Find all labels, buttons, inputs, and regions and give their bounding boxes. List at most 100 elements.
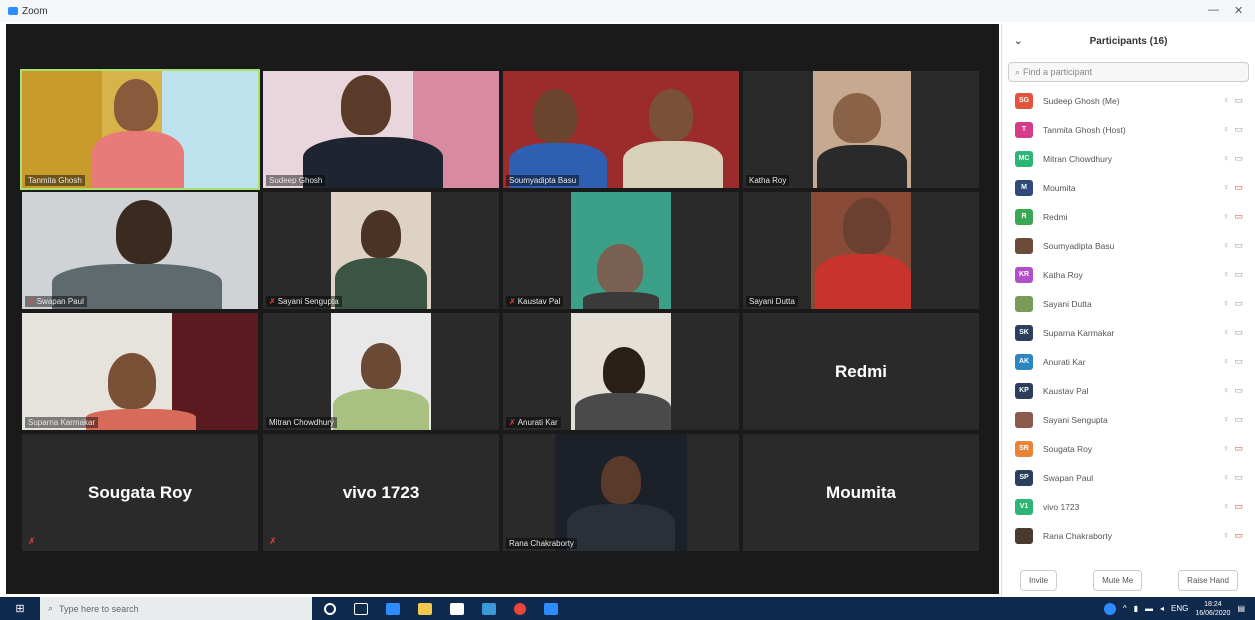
participant-status-icons: ♀▭ bbox=[1223, 530, 1248, 541]
participant-display-name: Moumita bbox=[826, 482, 896, 502]
notification-icon[interactable]: ▤ bbox=[1237, 604, 1245, 613]
close-icon[interactable]: ✕ bbox=[1234, 4, 1243, 17]
participant-name: Mitran Chowdhury bbox=[1043, 153, 1112, 164]
avatar: MC bbox=[1015, 150, 1033, 167]
participant-name: Sayani Sengupta bbox=[1043, 414, 1108, 425]
participant-status-icons: ♀▭ bbox=[1223, 356, 1248, 367]
windows-start-icon[interactable]: ⊞ bbox=[0, 602, 40, 615]
avatar: AK bbox=[1015, 353, 1033, 370]
battery-icon[interactable]: ▮ bbox=[1134, 604, 1138, 613]
camera-icon: ▭ bbox=[1234, 153, 1248, 163]
search-icon: ⌕ bbox=[1015, 66, 1021, 77]
microphone-icon: ♀ bbox=[1222, 501, 1235, 511]
participant-row[interactable]: Rana Chakraborty ♀▭ bbox=[1002, 521, 1255, 550]
tray-app-icon[interactable] bbox=[1103, 602, 1116, 615]
mute-me-button[interactable]: Mute Me bbox=[1093, 570, 1143, 591]
participant-row[interactable]: SK Suparna Karmakar ♀▭ bbox=[1002, 318, 1255, 347]
mic-muted-icon: ✗ bbox=[28, 297, 35, 306]
participant-row[interactable]: KR Katha Roy ♀▭ bbox=[1002, 260, 1255, 289]
video-tile[interactable]: Rana Chakraborty bbox=[503, 434, 739, 551]
video-tile[interactable]: Moumita bbox=[743, 434, 979, 551]
raise-hand-button[interactable]: Raise Hand bbox=[1178, 570, 1238, 591]
chrome-icon[interactable] bbox=[514, 602, 526, 615]
volume-icon[interactable]: ◂ bbox=[1160, 604, 1164, 613]
participant-name: Rana Chakraborty bbox=[1043, 530, 1112, 541]
avatar bbox=[1015, 237, 1033, 254]
participant-name-label: Soumyadipta Basu bbox=[506, 175, 580, 186]
participant-row[interactable]: SR Sougata Roy ♀▭ bbox=[1002, 434, 1255, 463]
participant-row[interactable]: SP Swapan Paul ♀▭ bbox=[1002, 463, 1255, 492]
avatar: KP bbox=[1015, 382, 1033, 399]
participant-name: Suparna Karmakar bbox=[1043, 327, 1115, 338]
video-tile[interactable]: Soumyadipta Basu bbox=[503, 71, 739, 188]
file-explorer-icon[interactable] bbox=[418, 602, 432, 615]
participant-row[interactable]: MC Mitran Chowdhury ♀▭ bbox=[1002, 144, 1255, 173]
camera-icon: ▭ bbox=[1234, 414, 1248, 424]
taskbar-search-input[interactable]: ⌕ Type here to search bbox=[40, 597, 312, 620]
video-tile[interactable]: Tanmita Ghosh bbox=[20, 69, 260, 190]
video-tile[interactable]: Redmi bbox=[743, 313, 979, 430]
participant-name-label: ✗ Sayani Sengupta bbox=[266, 296, 342, 307]
camera-icon: ▭ bbox=[1234, 385, 1248, 395]
video-tile[interactable]: ✗ Sayani Sengupta bbox=[263, 192, 499, 309]
edge-icon[interactable] bbox=[386, 602, 400, 615]
mic-muted-icon: ✗ bbox=[269, 536, 277, 546]
participant-row[interactable]: Sayani Dutta ♀▭ bbox=[1002, 289, 1255, 318]
participants-header: ⌄ Participants (16) bbox=[1002, 24, 1255, 58]
system-tray: ^ ▮ ▬ ◂ ENG 18:24 16/06/2020 ▤ bbox=[1103, 597, 1255, 620]
video-tile[interactable]: ✗ Kaustav Pal bbox=[503, 192, 739, 309]
chevron-down-icon[interactable]: ⌄ bbox=[1014, 36, 1022, 47]
network-icon[interactable]: ▬ bbox=[1145, 604, 1153, 613]
video-tile[interactable]: Mitran Chowdhury bbox=[263, 313, 499, 430]
camera-icon: ▭ bbox=[1234, 182, 1248, 192]
video-tile[interactable]: Suparna Karmakar bbox=[22, 313, 258, 430]
video-tile[interactable]: Katha Roy bbox=[743, 71, 979, 188]
minimize-icon[interactable]: — bbox=[1208, 4, 1219, 16]
participant-name: vivo 1723 bbox=[1043, 501, 1080, 512]
participant-search-input[interactable]: ⌕ Find a participant bbox=[1008, 62, 1249, 82]
participant-display-name: vivo 1723 bbox=[342, 482, 420, 502]
video-tile[interactable]: ✗ Swapan Paul bbox=[22, 192, 258, 309]
store-icon[interactable] bbox=[450, 602, 464, 615]
camera-icon: ▭ bbox=[1234, 530, 1248, 540]
chevron-up-icon[interactable]: ^ bbox=[1123, 604, 1127, 613]
participant-name-label: Katha Roy bbox=[746, 175, 790, 186]
participant-name-label: Sudeep Ghosh bbox=[266, 175, 326, 186]
participant-name: Soumyadipta Basu bbox=[1043, 240, 1115, 251]
participant-name-label: Mitran Chowdhury bbox=[266, 417, 337, 428]
participant-row[interactable]: Sayani Sengupta ♀▭ bbox=[1002, 405, 1255, 434]
participant-name: Kaustav Pal bbox=[1043, 385, 1089, 396]
participant-row[interactable]: KP Kaustav Pal ♀▭ bbox=[1002, 376, 1255, 405]
participant-row[interactable]: T Tanmita Ghosh (Host) ♀▭ bbox=[1002, 115, 1255, 144]
gallery-view: Tanmita Ghosh Sudeep Ghosh Soumyadipta B… bbox=[6, 24, 999, 594]
video-tile[interactable]: Sayani Dutta bbox=[743, 192, 979, 309]
cortana-icon[interactable] bbox=[324, 602, 336, 615]
video-tile[interactable]: Sougata Roy ✗ bbox=[22, 434, 258, 551]
zoom-taskbar-icon[interactable] bbox=[544, 602, 558, 615]
participant-status-icons: ♀▭ bbox=[1223, 182, 1248, 193]
task-view-icon[interactable] bbox=[354, 602, 368, 615]
participant-row[interactable]: Soumyadipta Basu ♀▭ bbox=[1002, 231, 1255, 260]
video-tile[interactable]: ✗ Anurati Kar bbox=[503, 313, 739, 430]
participant-display-name: Redmi bbox=[835, 361, 887, 381]
microphone-icon: ♀ bbox=[1222, 269, 1235, 279]
participant-row[interactable]: R Redmi ♀▭ bbox=[1002, 202, 1255, 231]
participant-status-icons: ♀▭ bbox=[1223, 327, 1248, 338]
video-tile[interactable]: Sudeep Ghosh bbox=[263, 71, 499, 188]
video-tile[interactable]: vivo 1723 ✗ bbox=[263, 434, 499, 551]
camera-icon: ▭ bbox=[1234, 327, 1248, 337]
avatar: SG bbox=[1015, 92, 1033, 109]
microphone-icon: ♀ bbox=[1222, 211, 1235, 221]
participant-name: Tanmita Ghosh (Host) bbox=[1043, 124, 1126, 135]
taskbar-apps bbox=[324, 602, 558, 615]
mail-icon[interactable] bbox=[482, 602, 496, 615]
participant-name: Moumita bbox=[1043, 182, 1076, 193]
language-indicator[interactable]: ENG bbox=[1171, 604, 1188, 613]
participant-row[interactable]: SG Sudeep Ghosh (Me) ♀▭ bbox=[1002, 86, 1255, 115]
participant-row[interactable]: AK Anurati Kar ♀▭ bbox=[1002, 347, 1255, 376]
participant-row[interactable]: V1 vivo 1723 ♀▭ bbox=[1002, 492, 1255, 521]
avatar: SR bbox=[1015, 440, 1033, 457]
clock[interactable]: 18:24 16/06/2020 bbox=[1195, 600, 1230, 618]
invite-button[interactable]: Invite bbox=[1019, 570, 1058, 591]
participant-row[interactable]: M Moumita ♀▭ bbox=[1002, 173, 1255, 202]
